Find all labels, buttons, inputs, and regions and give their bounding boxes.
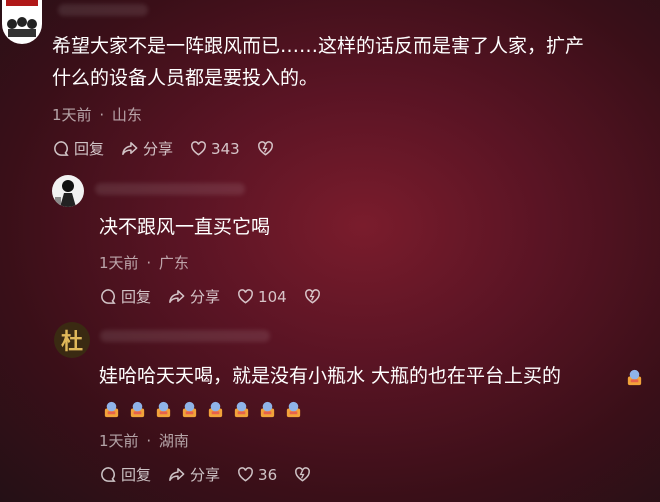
share-label: 分享 bbox=[190, 466, 221, 484]
emoji-icon bbox=[128, 400, 147, 419]
comment-location: 山东 bbox=[111, 106, 142, 124]
comment-actions: 回复 分享 343 bbox=[52, 138, 294, 159]
comment-text: 娃哈哈天天喝，就是没有小瓶水 大瓶的也在平台上买的 bbox=[99, 365, 562, 387]
comment-location: 湖南 bbox=[158, 432, 189, 450]
comment-time: 1天前 bbox=[99, 432, 139, 450]
share-button[interactable]: 分享 bbox=[120, 138, 173, 159]
comment-text: 决不跟风一直买它喝 bbox=[99, 216, 271, 238]
like-count: 36 bbox=[258, 465, 278, 484]
meta-separator: · bbox=[99, 106, 105, 124]
share-button[interactable]: 分享 bbox=[167, 464, 220, 485]
avatar-user-2[interactable] bbox=[52, 175, 84, 207]
heart-icon bbox=[191, 141, 206, 156]
emoji-icon bbox=[258, 400, 277, 419]
username-blurred[interactable] bbox=[58, 4, 148, 16]
comment-time: 1天前 bbox=[52, 106, 92, 124]
dislike-button[interactable] bbox=[256, 139, 278, 158]
comment-actions: 回复 分享 104 bbox=[99, 286, 341, 307]
avatar-image bbox=[6, 0, 38, 37]
reply-icon bbox=[101, 467, 116, 482]
meta-separator: · bbox=[146, 432, 152, 450]
emoji-icon bbox=[232, 400, 251, 419]
like-button[interactable]: 343 bbox=[189, 139, 240, 158]
avatar-user-1[interactable] bbox=[2, 0, 42, 44]
share-icon bbox=[169, 468, 185, 481]
avatar-user-3[interactable]: 杜 bbox=[54, 322, 90, 358]
comment-location: 广东 bbox=[158, 254, 189, 272]
comment-meta: 1天前 · 山东 bbox=[52, 104, 142, 125]
username-blurred[interactable] bbox=[100, 330, 270, 342]
reply-label: 回复 bbox=[121, 466, 152, 484]
emoji-icon bbox=[206, 400, 225, 419]
comment-meta: 1天前 · 湖南 bbox=[99, 430, 189, 451]
dislike-button[interactable] bbox=[303, 287, 325, 306]
share-icon bbox=[169, 290, 185, 303]
meta-separator: · bbox=[146, 254, 152, 272]
reply-icon bbox=[54, 141, 69, 156]
share-icon bbox=[122, 142, 138, 155]
username-blurred[interactable] bbox=[95, 183, 245, 195]
emoji-icon bbox=[180, 400, 199, 419]
comment-time: 1天前 bbox=[99, 254, 139, 272]
comment-text-line2: 什么的设备人员都是要投入的。 bbox=[52, 67, 319, 89]
dislike-button[interactable] bbox=[293, 465, 315, 484]
avatar-image bbox=[55, 180, 76, 207]
reply-label: 回复 bbox=[74, 140, 105, 158]
emoji-row bbox=[102, 400, 310, 419]
dislike-icon bbox=[257, 141, 273, 156]
like-button[interactable]: 104 bbox=[236, 287, 287, 306]
comment-text-line1: 希望大家不是一阵跟风而已……这样的话反而是害了人家，扩产 bbox=[52, 35, 585, 57]
share-label: 分享 bbox=[190, 288, 221, 306]
emoji-icon bbox=[102, 400, 121, 419]
share-label: 分享 bbox=[143, 140, 174, 158]
comment-actions: 回复 分享 36 bbox=[99, 464, 331, 485]
like-button[interactable]: 36 bbox=[236, 465, 277, 484]
dislike-icon bbox=[304, 289, 320, 304]
avatar-text: 杜 bbox=[60, 329, 83, 355]
heart-icon bbox=[238, 289, 253, 304]
heart-icon bbox=[238, 467, 253, 482]
like-count: 343 bbox=[211, 139, 240, 158]
emoji-icon bbox=[154, 400, 173, 419]
share-button[interactable]: 分享 bbox=[167, 286, 220, 307]
dislike-icon bbox=[295, 467, 311, 482]
reply-button[interactable]: 回复 bbox=[99, 464, 151, 485]
reply-label: 回复 bbox=[121, 288, 152, 306]
like-count: 104 bbox=[258, 287, 287, 306]
comment-meta: 1天前 · 广东 bbox=[99, 252, 189, 273]
reply-button[interactable]: 回复 bbox=[99, 286, 151, 307]
reply-icon bbox=[101, 289, 116, 304]
emoji-icon bbox=[625, 368, 644, 387]
emoji-icon bbox=[284, 400, 303, 419]
reply-button[interactable]: 回复 bbox=[52, 138, 104, 159]
